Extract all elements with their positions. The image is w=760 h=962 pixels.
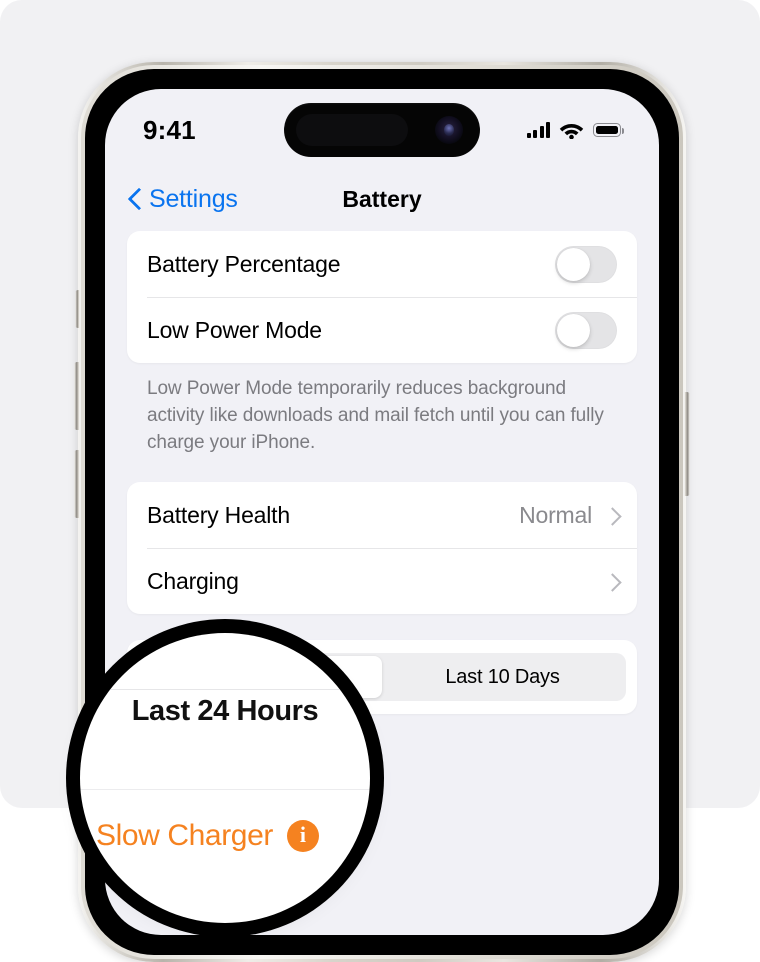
slow-charger-label: Slow Charger [96, 819, 273, 852]
row-label: Low Power Mode [147, 316, 322, 343]
chevron-right-icon [606, 572, 617, 591]
row-label: Charging [147, 567, 239, 594]
info-badge-icon[interactable]: i [286, 820, 319, 852]
row-label: Battery Health [147, 501, 290, 528]
row-accessory [606, 572, 617, 591]
action-button[interactable] [75, 290, 80, 328]
row-battery-percentage[interactable]: Battery Percentage [127, 231, 637, 297]
row-battery-health[interactable]: Battery Health Normal [127, 482, 637, 548]
status-bar-time: 9:41 [143, 114, 196, 145]
low-power-mode-toggle[interactable] [555, 311, 617, 349]
wifi-icon [559, 124, 584, 139]
volume-down-button[interactable] [74, 450, 80, 518]
back-button-label: Settings [149, 184, 238, 213]
dynamic-island-pill [296, 114, 408, 146]
segment-last-10-days[interactable]: Last 10 Days [382, 656, 623, 698]
navigation-bar: Settings Battery [105, 167, 659, 231]
magnifier-lens: Last 24 Hours Slow Charger i [80, 633, 370, 923]
magnified-segment-last-24-hours[interactable]: Last 24 Hours [80, 683, 370, 739]
back-button[interactable]: Settings [129, 185, 238, 214]
row-low-power-mode[interactable]: Low Power Mode [127, 297, 637, 363]
row-accessory: Normal [519, 502, 617, 529]
magnifier-content: Last 24 Hours Slow Charger i [80, 633, 370, 923]
chevron-right-icon [606, 506, 617, 525]
magnified-divider-bottom [80, 789, 370, 790]
cellular-signal-icon [526, 122, 550, 138]
toggle-knob [557, 247, 590, 281]
front-camera-icon [435, 116, 463, 144]
battery-icon [593, 123, 624, 137]
stage: 9:41 Settings Battery Battery Percentage… [0, 0, 760, 962]
battery-percentage-toggle[interactable] [555, 245, 617, 283]
battery-links-card: Battery Health Normal Charging [127, 482, 637, 614]
chevron-left-icon [129, 188, 142, 210]
row-charging[interactable]: Charging [127, 548, 637, 614]
toggles-card: Battery Percentage Low Power Mode [127, 231, 637, 363]
power-button[interactable] [684, 392, 690, 496]
volume-up-button[interactable] [74, 362, 80, 430]
dynamic-island [284, 103, 480, 157]
slow-charger-notice[interactable]: Slow Charger i [96, 819, 319, 853]
info-badge-glyph: i [299, 822, 307, 847]
toggle-knob [557, 313, 590, 347]
status-bar-indicators [526, 121, 624, 139]
low-power-mode-description: Low Power Mode temporarily reduces backg… [147, 378, 604, 453]
battery-health-value: Normal [519, 501, 592, 528]
row-label: Battery Percentage [147, 250, 341, 277]
